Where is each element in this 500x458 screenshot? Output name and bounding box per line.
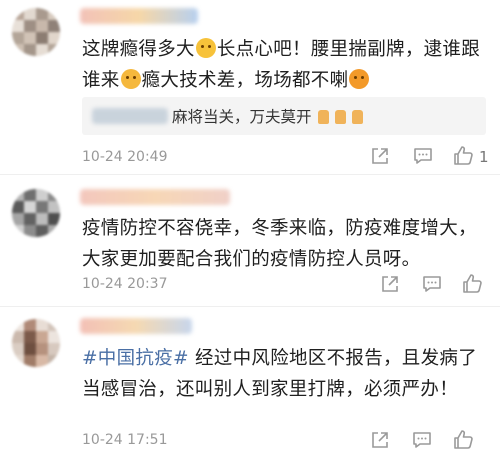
thumbs-up-emoji-icon [351, 110, 363, 124]
comment-icon[interactable] [413, 146, 433, 166]
thumbs-up-emoji-icon [317, 110, 329, 124]
comment-item-2: 疫情防控不容侥幸，冬季来临，防疫难度增大，大家更加要配合我们的疫情防控人员呀。 … [0, 175, 500, 305]
avatar[interactable] [12, 319, 60, 367]
share-icon[interactable] [370, 146, 390, 166]
emoji-smile-icon [195, 38, 216, 58]
comment-time: 10-24 17:51 [82, 432, 168, 448]
emoji-angry-icon [349, 69, 370, 89]
comment-time: 10-24 20:37 [82, 276, 168, 292]
comment-text: 疫情防控不容侥幸，冬季来临，防疫难度增大，大家更加要配合我们的疫情防控人员呀。 [82, 218, 477, 270]
username[interactable] [80, 189, 230, 205]
username[interactable] [80, 8, 198, 24]
reply-username[interactable] [92, 108, 168, 124]
comment-time: 10-24 20:49 [82, 149, 168, 165]
comment-text: 这牌瘾得多大 长点心吧！腰里揣副牌，逮谁跟谁来 瘾大技术差，场场都不喇 [82, 38, 481, 91]
topic-link[interactable]: #中国抗疫# [82, 348, 189, 369]
like-icon[interactable] [462, 273, 483, 294]
comment-item-1: 这牌瘾得多大 长点心吧！腰里揣副牌，逮谁跟谁来 瘾大技术差，场场都不喇 麻将当关，万… [0, 0, 500, 172]
share-icon[interactable] [380, 274, 400, 294]
comment-icon[interactable] [422, 274, 442, 294]
emoji-cry-icon [120, 69, 141, 89]
like-count: 1 [479, 148, 489, 166]
reply-text: 麻将当关，万夫莫开 [172, 105, 363, 127]
comment-text: #中国抗疫# 经过中风险地区不报告，且发病了当感冒治，还叫别人到家里打牌，必须严… [82, 348, 477, 400]
username[interactable] [80, 318, 192, 334]
like-icon[interactable] [453, 145, 474, 166]
thumbs-up-emoji-icon [334, 110, 346, 124]
reply-preview[interactable]: 麻将当关，万夫莫开 [82, 97, 486, 135]
avatar[interactable] [12, 8, 60, 56]
comment-icon[interactable] [412, 430, 432, 450]
share-icon[interactable] [370, 430, 390, 450]
comment-item-3: #中国抗疫# 经过中风险地区不报告，且发病了当感冒治，还叫别人到家里打牌，必须严… [0, 307, 500, 458]
avatar[interactable] [12, 189, 60, 237]
like-icon[interactable] [453, 429, 474, 450]
